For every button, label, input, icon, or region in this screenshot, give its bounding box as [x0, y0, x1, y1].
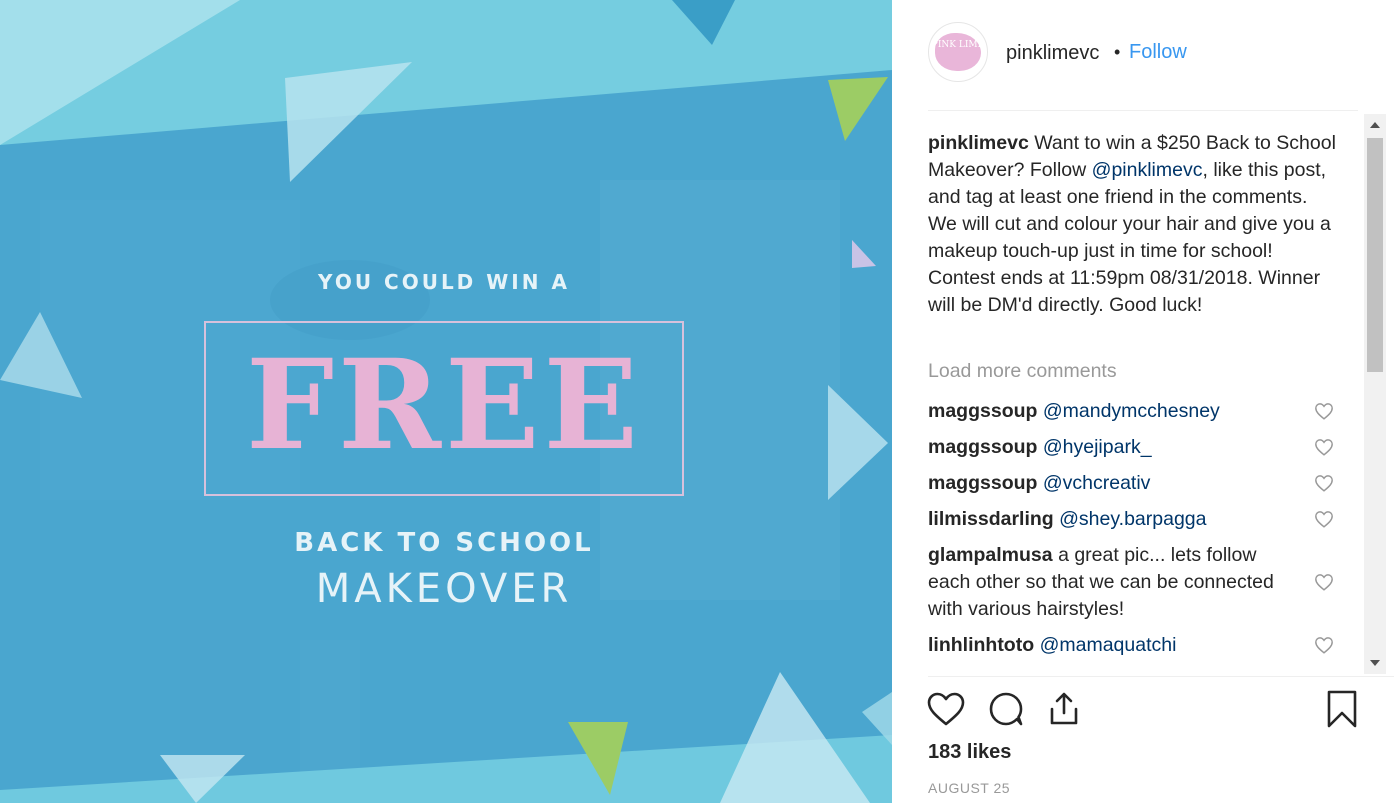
comment-text[interactable]: @mandymcchesney	[1043, 400, 1220, 422]
image-subline: BACK TO SCHOOL	[294, 528, 594, 558]
comment-username[interactable]: glampalmusa	[928, 544, 1053, 566]
likes-count[interactable]: 183 likes	[928, 741, 1011, 764]
caption-text-end: , like this post, and tag at least one f…	[928, 159, 1331, 316]
comments-scrollbar[interactable]	[1364, 114, 1386, 674]
comment-text[interactable]: @shey.barpagga	[1059, 508, 1206, 530]
comment-item: maggssoup @vchcreativ	[928, 470, 1308, 497]
comment-username[interactable]: lilmissdarling	[928, 508, 1054, 530]
header-separator: •	[1114, 42, 1121, 62]
post-caption: pinklimevc Want to win a $250 Back to Sc…	[928, 130, 1338, 319]
comment-text[interactable]: @vchcreativ	[1043, 472, 1151, 494]
follow-button[interactable]: Follow	[1129, 41, 1187, 64]
comment-username[interactable]: linhlinhtoto	[928, 634, 1034, 656]
image-makeover-line: MAKEOVER	[315, 566, 573, 612]
image-free-word: FREE	[245, 333, 643, 478]
comment-username[interactable]: maggssoup	[928, 472, 1037, 494]
post-side-panel: PINK LIME pinklimevc • Follow pinklimevc…	[892, 0, 1395, 803]
comment-like-heart-icon[interactable]	[1314, 636, 1334, 654]
scroll-up-arrow-icon[interactable]	[1364, 114, 1386, 136]
avatar-blob-icon	[935, 33, 981, 71]
post-image: YOU COULD WIN A FREE BACK TO SCHOOL MAKE…	[0, 0, 892, 803]
caption-mention[interactable]: @pinklimevc	[1092, 159, 1203, 181]
avatar[interactable]: PINK LIME	[928, 22, 988, 82]
bookmark-icon[interactable]	[1322, 689, 1362, 729]
scroll-down-arrow-icon[interactable]	[1364, 652, 1386, 674]
comment-text[interactable]: @mamaquatchi	[1040, 634, 1177, 656]
comment-item: glampalmusa a great pic... lets follow e…	[928, 542, 1298, 623]
comment-like-heart-icon[interactable]	[1314, 402, 1334, 420]
load-more-comments-button[interactable]: Load more comments	[928, 360, 1117, 383]
comment-icon[interactable]	[986, 689, 1026, 729]
like-heart-icon[interactable]	[926, 689, 966, 729]
comment-item: lilmissdarling @shey.barpagga	[928, 506, 1308, 533]
comments-list: pinklimevc Want to win a $250 Back to Sc…	[928, 118, 1364, 676]
comment-text[interactable]: @hyejipark_	[1043, 436, 1152, 458]
post-header: PINK LIME pinklimevc • Follow	[928, 20, 1358, 86]
share-icon[interactable]	[1044, 689, 1084, 729]
scrollbar-thumb[interactable]	[1367, 138, 1383, 372]
header-divider	[928, 110, 1358, 111]
comment-item: linhlinhtoto @mamaquatchi	[928, 632, 1308, 659]
comment-like-heart-icon[interactable]	[1314, 510, 1334, 528]
comment-like-heart-icon[interactable]	[1314, 474, 1334, 492]
comment-item: maggssoup @hyejipark_	[928, 434, 1308, 461]
comment-like-heart-icon[interactable]	[1314, 438, 1334, 456]
avatar-label: PINK LIME	[931, 40, 985, 50]
comment-like-heart-icon[interactable]	[1314, 573, 1334, 591]
comment-username[interactable]: maggssoup	[928, 436, 1037, 458]
image-headline-top: YOU COULD WIN A	[318, 270, 570, 294]
header-username[interactable]: pinklimevc	[1006, 42, 1099, 65]
post-date[interactable]: AUGUST 25	[928, 780, 1010, 796]
caption-username[interactable]: pinklimevc	[928, 132, 1029, 154]
comment-username[interactable]: maggssoup	[928, 400, 1037, 422]
actions-divider	[928, 676, 1394, 677]
comment-item: maggssoup @mandymcchesney	[928, 398, 1308, 425]
